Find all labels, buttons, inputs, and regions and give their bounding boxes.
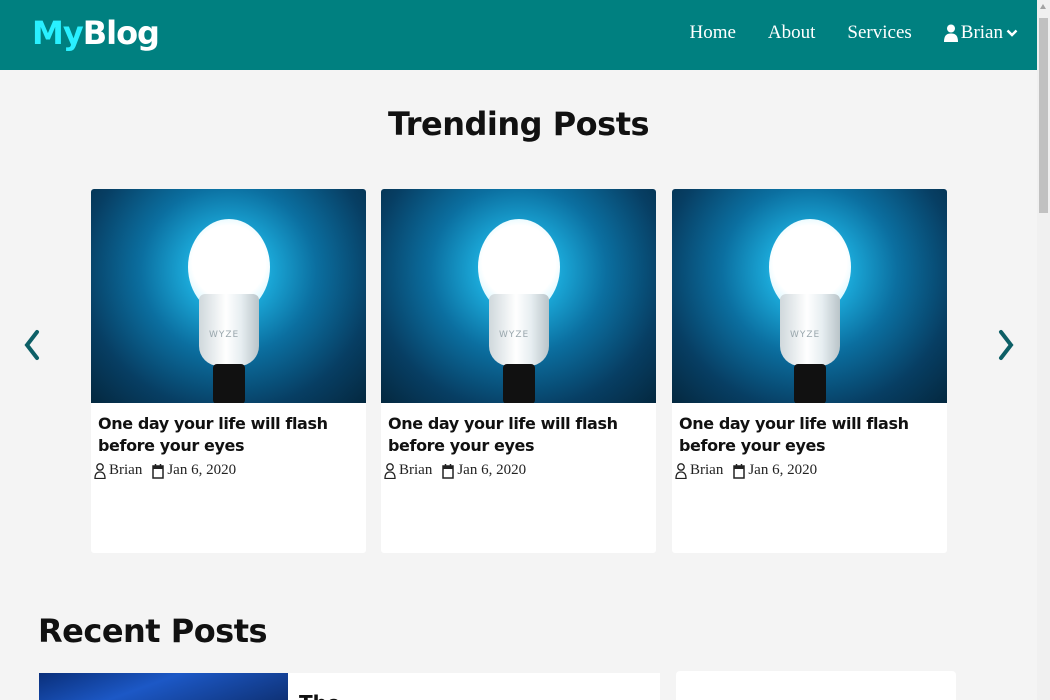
scrollbar-thumb[interactable] [1039,18,1048,213]
post-title[interactable]: One day your life will flash before your… [388,413,649,457]
post-image[interactable]: WYZE [672,189,947,403]
chevron-right-icon [999,330,1014,360]
user-menu-dropdown[interactable]: Brian [943,22,1021,44]
post-author-name: Brian [690,462,724,478]
post-author: Brian [384,462,432,479]
bulb-neck [503,364,535,403]
page-scrollbar[interactable] [1037,0,1050,700]
user-outline-icon [384,462,396,479]
bulb-brand-text: WYZE [790,330,821,340]
post-title[interactable]: One day your life will flash before your… [679,413,940,457]
user-outline-icon [94,462,106,479]
nav-home[interactable]: Home [689,22,735,44]
trending-posts-heading: Trending Posts [387,105,650,143]
user-outline-icon [675,462,687,479]
post-date-text: Jan 6, 2020 [167,462,237,478]
post-author-name: Brian [399,462,433,478]
user-name: Brian [960,22,1003,43]
post-date-text: Jan 6, 2020 [457,462,527,478]
post-meta: Brian Jan 6, 2020 [675,462,940,479]
bulb-neck [213,364,245,403]
user-icon [943,24,958,42]
post-meta: Brian Jan 6, 2020 [94,462,359,479]
logo-my: My [32,14,84,52]
chevron-left-icon [24,330,39,360]
bulb-neck [794,364,826,403]
scroll-up-arrow-icon[interactable] [1040,4,1046,9]
post-author-name: Brian [109,462,143,478]
chevron-down-icon [1006,29,1018,37]
site-header: MyBlog Home About Services Brian [0,0,1037,70]
trending-post-card[interactable]: WYZE One day your life will flash before… [672,189,947,553]
bulb-brand-text: WYZE [209,330,240,340]
recent-posts-heading: Recent Posts [38,612,268,650]
calendar-icon [442,463,455,479]
carousel-prev-button[interactable] [20,327,44,363]
recent-post-card[interactable]: The ... ... ... ... [39,673,660,700]
calendar-icon [733,463,746,479]
bulb-brand-text: WYZE [499,330,530,340]
recent-post-image[interactable] [39,673,288,700]
site-logo[interactable]: MyBlog [32,14,160,52]
post-author: Brian [675,462,723,479]
nav-services[interactable]: Services [847,22,911,44]
recent-post-title[interactable]: The ... ... ... ... [299,691,459,700]
carousel-next-button[interactable] [994,327,1018,363]
main-nav: Home About Services Brian [657,22,1021,44]
post-title[interactable]: One day your life will flash before your… [98,413,359,457]
post-date: Jan 6, 2020 [733,462,817,479]
post-date: Jan 6, 2020 [442,462,526,479]
post-date: Jan 6, 2020 [152,462,236,479]
post-image[interactable]: WYZE [381,189,656,403]
sidebar-widget [676,671,956,700]
nav-about[interactable]: About [768,22,816,44]
post-author: Brian [94,462,142,479]
logo-blog: Blog [82,14,160,52]
trending-post-card[interactable]: WYZE One day your life will flash before… [381,189,656,553]
post-date-text: Jan 6, 2020 [748,462,818,478]
trending-post-card[interactable]: WYZE One day your life will flash before… [91,189,366,553]
calendar-icon [152,463,165,479]
post-image[interactable]: WYZE [91,189,366,403]
post-meta: Brian Jan 6, 2020 [384,462,649,479]
